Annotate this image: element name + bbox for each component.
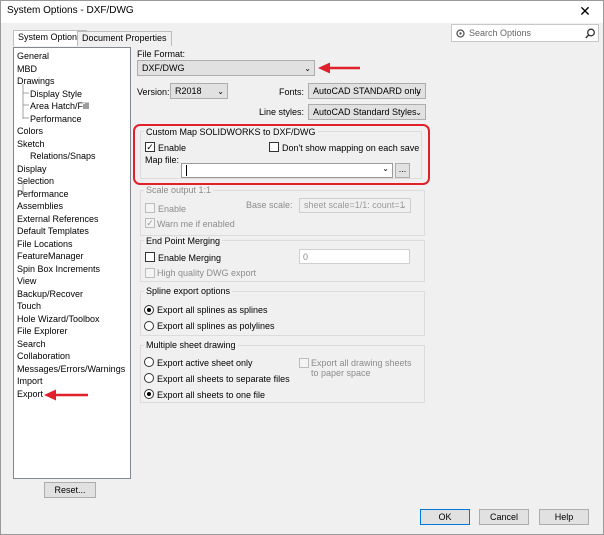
tree-item-hole-wizard[interactable]: Hole Wizard/Toolbox xyxy=(17,314,100,324)
export-active-sheet-label: Export active sheet only xyxy=(157,358,253,368)
tab-system-options[interactable]: System Options xyxy=(13,30,87,46)
annotation-arrow-format-icon xyxy=(318,62,360,74)
tree-item-file-locations[interactable]: File Locations xyxy=(17,239,73,249)
base-scale-label: Base scale: xyxy=(246,200,293,210)
chevron-down-icon: ⌄ xyxy=(217,87,224,96)
version-select[interactable]: R2018 ⌄ xyxy=(170,83,228,99)
multi-sheet-title: Multiple sheet drawing xyxy=(144,340,238,350)
tree-item-import[interactable]: Import xyxy=(17,376,43,386)
tree-item-featuremanager[interactable]: FeatureManager xyxy=(17,251,84,261)
merge-distance-value: 0 xyxy=(303,252,309,262)
export-separate-files-label: Export all sheets to separate files xyxy=(157,374,290,384)
scale-enable-label: Enable xyxy=(158,204,187,214)
hq-dwg-checkbox[interactable] xyxy=(145,268,155,278)
file-format-select[interactable]: DXF/DWG ⌄ xyxy=(137,60,315,76)
spline-as-polylines-label: Export all splines as polylines xyxy=(157,321,275,331)
tree-item-drawings-performance[interactable]: Performance xyxy=(30,114,82,124)
spline-as-splines-label: Export all splines as splines xyxy=(157,305,268,315)
fonts-select[interactable]: AutoCAD STANDARD only ⌄ xyxy=(308,83,426,99)
scale-enable-checkbox[interactable] xyxy=(145,203,155,213)
search-placeholder: Search Options xyxy=(469,28,532,38)
chevron-down-icon: ⌄ xyxy=(415,87,422,96)
enable-merging-label: Enable Merging xyxy=(158,253,222,263)
file-format-value: DXF/DWG xyxy=(142,63,185,73)
tree-item-external-references[interactable]: External References xyxy=(17,214,99,224)
tree-item-touch[interactable]: Touch xyxy=(17,301,41,311)
hq-dwg-label: High quality DWG export xyxy=(157,268,257,278)
export-one-file-label: Export all sheets to one file xyxy=(157,390,266,400)
paper-space-label: Export all drawing sheets to paper space xyxy=(311,358,412,378)
chevron-down-icon: ⌄ xyxy=(304,64,311,73)
tree-item-view[interactable]: View xyxy=(17,276,36,286)
version-label: Version: xyxy=(137,87,170,97)
search-input[interactable]: Search Options xyxy=(451,24,599,42)
search-icon[interactable] xyxy=(585,28,596,39)
line-styles-value: AutoCAD Standard Styles xyxy=(313,107,417,117)
tree-item-collaboration[interactable]: Collaboration xyxy=(17,351,70,361)
enable-merging-checkbox[interactable] xyxy=(145,252,155,262)
merge-distance-input[interactable]: 0 xyxy=(299,249,410,264)
end-point-title: End Point Merging xyxy=(144,236,223,246)
window-title: System Options - DXF/DWG xyxy=(7,5,134,16)
scale-output-title: Scale output 1:1 xyxy=(144,185,214,195)
tree-item-search[interactable]: Search xyxy=(17,339,46,349)
fonts-value: AutoCAD STANDARD only xyxy=(313,86,421,96)
tree-connector-lines xyxy=(22,84,29,194)
chevron-down-icon: ⌄ xyxy=(400,201,407,210)
close-button[interactable]: ✕ xyxy=(576,2,594,20)
tree-item-general[interactable]: General xyxy=(17,51,49,61)
export-separate-files-radio[interactable] xyxy=(144,373,154,383)
fonts-label: Fonts: xyxy=(279,87,305,97)
reset-button[interactable]: Reset... xyxy=(44,482,96,498)
base-scale-select[interactable]: sheet scale=1/1: count=1 ⌄ xyxy=(299,198,411,213)
base-scale-value: sheet scale=1/1: count=1 xyxy=(304,200,405,210)
chevron-down-icon: ⌄ xyxy=(415,108,422,117)
annotation-arrow-export-icon xyxy=(44,389,88,401)
line-styles-select[interactable]: AutoCAD Standard Styles ⌄ xyxy=(308,104,426,120)
spline-as-splines-radio[interactable] xyxy=(144,305,154,315)
tree-item-export[interactable]: Export xyxy=(17,389,43,399)
tree-item-spin-box[interactable]: Spin Box Increments xyxy=(17,264,100,274)
tree-item-display-style[interactable]: Display Style xyxy=(30,89,82,99)
cancel-button[interactable]: Cancel xyxy=(479,509,529,525)
file-format-label: File Format: xyxy=(137,49,186,59)
export-active-sheet-radio[interactable] xyxy=(144,357,154,367)
export-one-file-radio[interactable] xyxy=(144,389,154,399)
tree-item-area-hatch[interactable]: Area Hatch/Fill xyxy=(30,101,89,111)
tree-item-backup-recover[interactable]: Backup/Recover xyxy=(17,289,83,299)
line-styles-label: Line styles: xyxy=(259,107,305,117)
tree-item-assemblies[interactable]: Assemblies xyxy=(17,201,63,211)
tree-item-mbd[interactable]: MBD xyxy=(17,64,37,74)
tree-item-relations-snaps[interactable]: Relations/Snaps xyxy=(30,151,96,161)
options-tree: General MBD Drawings Display Style Area … xyxy=(13,47,131,479)
tree-item-default-templates[interactable]: Default Templates xyxy=(17,226,89,236)
paper-space-checkbox[interactable] xyxy=(299,358,309,368)
warn-label: Warn me if enabled xyxy=(157,219,235,229)
gear-icon xyxy=(456,29,465,38)
tab-document-properties[interactable]: Document Properties xyxy=(77,31,172,46)
version-value: R2018 xyxy=(175,86,202,96)
tree-item-messages[interactable]: Messages/Errors/Warnings xyxy=(17,364,125,374)
spline-title: Spline export options xyxy=(144,286,233,296)
spline-as-polylines-radio[interactable] xyxy=(144,321,154,331)
tree-item-file-explorer[interactable]: File Explorer xyxy=(17,326,68,336)
help-button[interactable]: Help xyxy=(539,509,589,525)
ok-button[interactable]: OK xyxy=(420,509,470,525)
warn-checkbox[interactable]: ✓ xyxy=(145,218,155,228)
annotation-highlight-box xyxy=(133,124,430,185)
